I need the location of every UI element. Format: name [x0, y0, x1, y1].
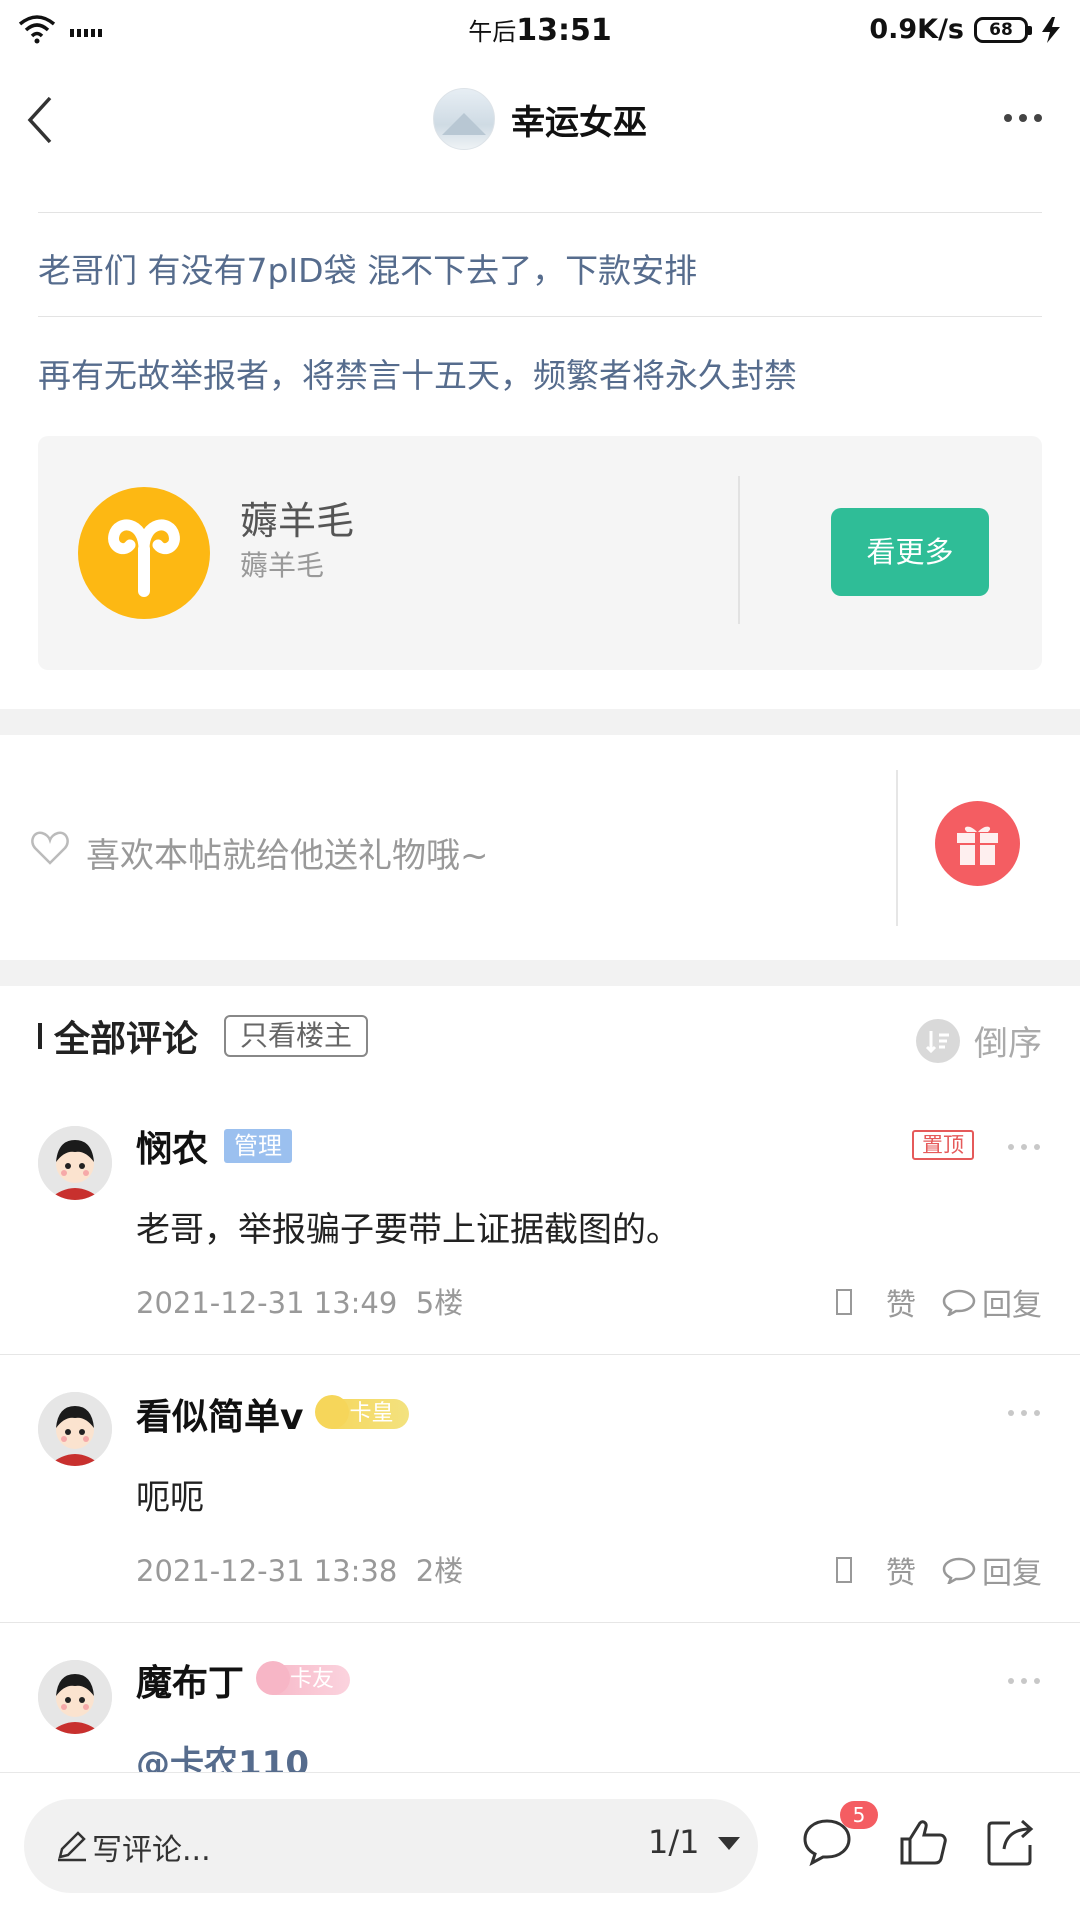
comment-actions: 赞 回复 [836, 1548, 1042, 1592]
charging-icon [1042, 16, 1060, 43]
like-icon[interactable] [836, 1289, 852, 1315]
time-clock: 13:51 [516, 13, 612, 48]
reply-button[interactable]: 回复 [982, 1280, 1042, 1324]
comment-item: 魔布丁 卡友 @卡农110 [0, 1654, 1080, 1772]
divider [38, 212, 1042, 213]
write-comment-input[interactable]: 写评论... 1/1 [24, 1799, 758, 1893]
comment-header: 看似简单v 卡皇 [136, 1388, 410, 1440]
heart-icon [31, 831, 69, 865]
comment-author[interactable]: 悯农 [136, 1120, 208, 1172]
comment-header: 魔布丁 卡友 [136, 1654, 351, 1706]
comment-meta: 2021-12-31 13:38 2楼 [136, 1548, 463, 1590]
reply-button[interactable]: 回复 [982, 1548, 1042, 1592]
comment-actions: 赞 回复 [836, 1280, 1042, 1324]
status-right: 0.9K/s 68 [869, 14, 1064, 45]
comment-more-icon[interactable] [1008, 1410, 1040, 1416]
comment-floor: 5楼 [415, 1286, 464, 1320]
divider [38, 316, 1042, 317]
more-icon[interactable] [1004, 114, 1042, 122]
comment-floor: 2楼 [415, 1554, 464, 1588]
notice-2[interactable]: 再有无故举报者，将禁言十五天，频繁者将永久封禁 [38, 349, 797, 397]
level-badge-label: 卡皇 [349, 1401, 394, 1426]
topic-card[interactable]: 薅羊毛 薅羊毛 看更多 [38, 436, 1042, 670]
group-avatar [433, 88, 495, 150]
crown-icon [315, 1395, 350, 1429]
chevron-down-icon[interactable] [718, 1837, 740, 1850]
comment-time: 2021-12-31 13:49 [136, 1286, 398, 1320]
avatar[interactable] [38, 1392, 112, 1466]
sort-label: 倒序 [974, 1024, 1042, 1064]
only-op-button[interactable]: 只看楼主 [224, 1015, 369, 1057]
comment-more-icon[interactable] [1008, 1678, 1040, 1684]
battery-level: 68 [989, 19, 1013, 40]
pencil-icon [58, 1831, 86, 1862]
gift-prompt: 喜欢本帖就给他送礼物哦~ [86, 836, 489, 876]
status-bar: 午后13:51 0.9K/s 68 [0, 0, 1080, 62]
avatar[interactable] [38, 1660, 112, 1734]
comment-divider [0, 1354, 1080, 1355]
comment-text: 呃呃 [136, 1478, 204, 1518]
level-badge: 卡友 [256, 1661, 351, 1695]
gift-button[interactable] [935, 801, 1020, 886]
comment-mention[interactable]: @卡农110 [136, 1736, 309, 1772]
like-button[interactable]: 赞 [886, 1280, 916, 1324]
see-more-button[interactable]: 看更多 [831, 508, 989, 596]
thumbs-up-icon[interactable] [896, 1815, 950, 1869]
admin-badge: 管理 [224, 1129, 293, 1163]
like-button[interactable]: 赞 [886, 1548, 916, 1592]
like-icon[interactable] [836, 1557, 852, 1583]
ram-icon [78, 487, 210, 619]
topic-subtitle: 薅羊毛 [240, 549, 325, 582]
page-title: 幸运女巫 [511, 102, 647, 143]
page-indicator[interactable]: 1/1 [648, 1823, 700, 1861]
comment-meta: 2021-12-31 13:49 5楼 [136, 1280, 463, 1322]
net-speed: 0.9K/s [869, 14, 964, 45]
nav-center[interactable]: 幸运女巫 [0, 88, 1080, 150]
comment-time: 2021-12-31 13:38 [136, 1554, 398, 1588]
comment-header: 悯农 管理 [136, 1120, 293, 1172]
share-icon[interactable] [984, 1815, 1038, 1869]
bottom-bar: 写评论... 1/1 5 [0, 1772, 1080, 1920]
comment-more-icon[interactable] [1008, 1144, 1040, 1150]
comment-author[interactable]: 魔布丁 [136, 1654, 244, 1706]
comment-count-badge: 5 [840, 1801, 878, 1829]
battery-icon: 68 [974, 16, 1032, 43]
gift-icon [957, 826, 998, 865]
sort-toggle[interactable]: 倒序 [916, 1016, 1042, 1065]
section-gap [0, 960, 1080, 986]
write-comment-label: 写评论... [92, 1833, 211, 1868]
comments-title: 全部评论 [54, 1019, 199, 1060]
comments-header: 全部评论 只看楼主 [38, 1010, 369, 1062]
comment-divider [0, 1622, 1080, 1623]
comment-author[interactable]: 看似简单v [136, 1388, 303, 1440]
comment-text: 老哥，举报骗子要带上证据截图的。 [136, 1210, 680, 1250]
avatar[interactable] [38, 1126, 112, 1200]
crown-icon [256, 1661, 291, 1695]
reply-icon[interactable] [942, 1556, 976, 1584]
topic-divider [738, 476, 740, 624]
topic-name: 薅羊毛 [240, 499, 355, 543]
notice-1[interactable]: 老哥们 有没有7pID袋 混不下去了，下款安排 [38, 244, 697, 292]
reply-icon[interactable] [942, 1288, 976, 1316]
sort-icon [916, 1018, 960, 1063]
pinned-tag: 置顶 [912, 1130, 974, 1160]
gift-divider [896, 770, 898, 926]
level-badge-label: 卡友 [290, 1667, 335, 1692]
nav-bar: 幸运女巫 [0, 62, 1080, 178]
time-prefix: 午后 [468, 18, 517, 46]
section-gap [0, 709, 1080, 735]
level-badge: 卡皇 [315, 1395, 410, 1429]
header-accent [38, 1023, 42, 1049]
